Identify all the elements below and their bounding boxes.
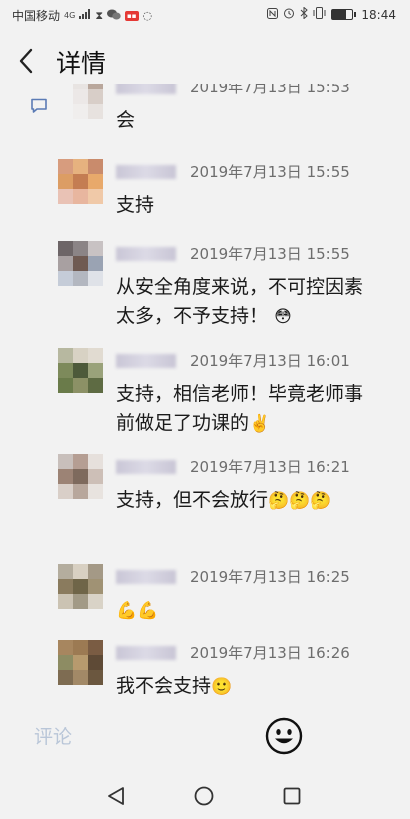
system-nav-bar: [0, 770, 410, 819]
header: 详情: [0, 30, 410, 90]
comment-time: 2019年7月13日 16:21: [190, 458, 350, 476]
nfc-icon: [267, 7, 279, 22]
status-left: 中国移动 4G ⧗ ▪▪ ◌: [12, 7, 152, 24]
comment-text: 支持，相信老师！毕竟老师事前做足了功课的✌️: [116, 380, 372, 439]
wechat-icon: [107, 9, 121, 23]
avatar[interactable]: [58, 348, 103, 393]
comment-time: 2019年7月13日 15:55: [190, 245, 350, 263]
battery-icon: [331, 9, 357, 20]
alarm-icon: [283, 7, 295, 22]
comment-body: 支持: [116, 194, 155, 216]
back-button[interactable]: [14, 47, 38, 75]
vibrate-icon: [313, 7, 326, 22]
flushed-face-icon: 😳: [274, 307, 292, 327]
avatar[interactable]: [58, 84, 103, 119]
thinking-face-icon: 🤔🤔🤔: [268, 491, 332, 511]
comment-input[interactable]: 评论: [34, 722, 72, 749]
smiley-icon[interactable]: [265, 717, 303, 755]
comment-body: 支持，但不会放行: [116, 489, 269, 511]
nav-recent-icon[interactable]: [283, 787, 301, 805]
comment-text: 支持，但不会放行🤔🤔🤔: [116, 486, 372, 516]
victory-hand-icon: ✌️: [249, 414, 271, 434]
network-type: 4G: [64, 11, 76, 20]
comment-body: 会: [116, 109, 136, 131]
nav-back-icon[interactable]: [105, 786, 127, 806]
bluetooth-icon: [300, 6, 309, 22]
avatar[interactable]: [58, 454, 103, 499]
comment-time: 2019年7月13日 16:25: [190, 568, 350, 586]
comment-list[interactable]: 2019年7月13日 15:53 会 2019年7月13日 15:55 支持 2…: [0, 84, 410, 704]
avatar[interactable]: [58, 564, 103, 609]
slightly-smiling-face-icon: 🙂: [211, 677, 233, 697]
commenter-name[interactable]: [116, 354, 176, 368]
commenter-name[interactable]: [116, 460, 176, 474]
comment-time: 2019年7月13日 15:55: [190, 163, 350, 181]
nav-home-icon[interactable]: [194, 786, 214, 806]
comment-text: 💪💪: [116, 596, 372, 626]
carrier-label: 中国移动: [12, 9, 61, 23]
app-badge-icon: ▪▪: [125, 10, 139, 21]
page-title: 详情: [56, 49, 107, 78]
comment-text: 支持: [116, 191, 372, 220]
hourglass-icon: ⧗: [95, 8, 104, 22]
comment-body: 我不会支持: [116, 675, 212, 697]
commenter-name[interactable]: [116, 646, 176, 660]
commenter-name[interactable]: [116, 165, 176, 179]
signal-icon: [79, 9, 91, 22]
comment-time: 2019年7月13日 16:26: [190, 644, 350, 662]
avatar[interactable]: [58, 159, 103, 204]
comment-text: 我不会支持🙂: [116, 672, 372, 702]
avatar[interactable]: [58, 640, 103, 685]
comment-time: 2019年7月13日 15:53: [190, 84, 350, 96]
ring-icon: ◌: [142, 9, 153, 22]
commenter-name[interactable]: [116, 84, 176, 94]
status-right: 18:44: [267, 6, 396, 22]
comment-body: 支持，相信老师！毕竟老师事前做足了功课的: [116, 383, 364, 434]
comment-time: 2019年7月13日 16:01: [190, 352, 350, 370]
comment-body: 从安全角度来说，不可控因素太多，不予支持！: [116, 276, 364, 327]
clock: 18:44: [361, 7, 396, 22]
chevron-left-icon: [19, 48, 33, 74]
flexed-biceps-icon: 💪💪: [116, 601, 159, 621]
commenter-name[interactable]: [116, 570, 176, 584]
comment-text: 从安全角度来说，不可控因素太多，不予支持！ 😳: [116, 273, 372, 332]
status-bar: 中国移动 4G ⧗ ▪▪ ◌ 18:44: [0, 0, 410, 30]
commenter-name[interactable]: [116, 247, 176, 261]
comment-text: 会: [116, 106, 372, 135]
avatar[interactable]: [58, 241, 103, 286]
battery-level-fill: [332, 10, 347, 19]
